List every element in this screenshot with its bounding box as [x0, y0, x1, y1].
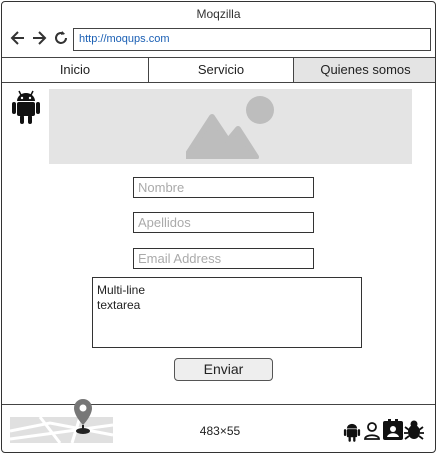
- apellidos-field[interactable]: Apellidos: [133, 212, 314, 233]
- email-field[interactable]: Email Address: [133, 248, 314, 269]
- hero-image-placeholder: [49, 89, 412, 164]
- url-input[interactable]: http://moqups.com: [73, 28, 431, 51]
- tab-servicio[interactable]: Servicio: [148, 58, 293, 82]
- arrow-left-icon[interactable]: [10, 29, 26, 52]
- map-pin-icon: [9, 397, 114, 450]
- message-textarea[interactable]: Multi-line textarea: [92, 277, 362, 348]
- dimensions-label: 483×55: [199, 424, 241, 438]
- window-title: Moqzilla: [196, 7, 241, 21]
- contact-card-icon: [383, 419, 403, 446]
- browser-window: Moqzilla http://moqups.com Inicio Servic…: [1, 1, 436, 453]
- nombre-field[interactable]: Nombre: [133, 177, 314, 198]
- android-icon: [343, 421, 361, 448]
- android-icon: [11, 88, 41, 131]
- bug-icon: [404, 419, 424, 446]
- tab-bar: Inicio Servicio Quienes somos: [2, 57, 435, 83]
- footer: 483×55: [2, 399, 435, 452]
- reload-icon[interactable]: [53, 29, 69, 52]
- tab-quienes-somos[interactable]: Quienes somos: [293, 58, 435, 82]
- arrow-right-icon[interactable]: [31, 29, 47, 52]
- enviar-button[interactable]: Enviar: [174, 358, 273, 381]
- user-icon: [364, 422, 380, 445]
- image-placeholder-icon: [183, 95, 276, 164]
- tab-inicio[interactable]: Inicio: [2, 58, 148, 82]
